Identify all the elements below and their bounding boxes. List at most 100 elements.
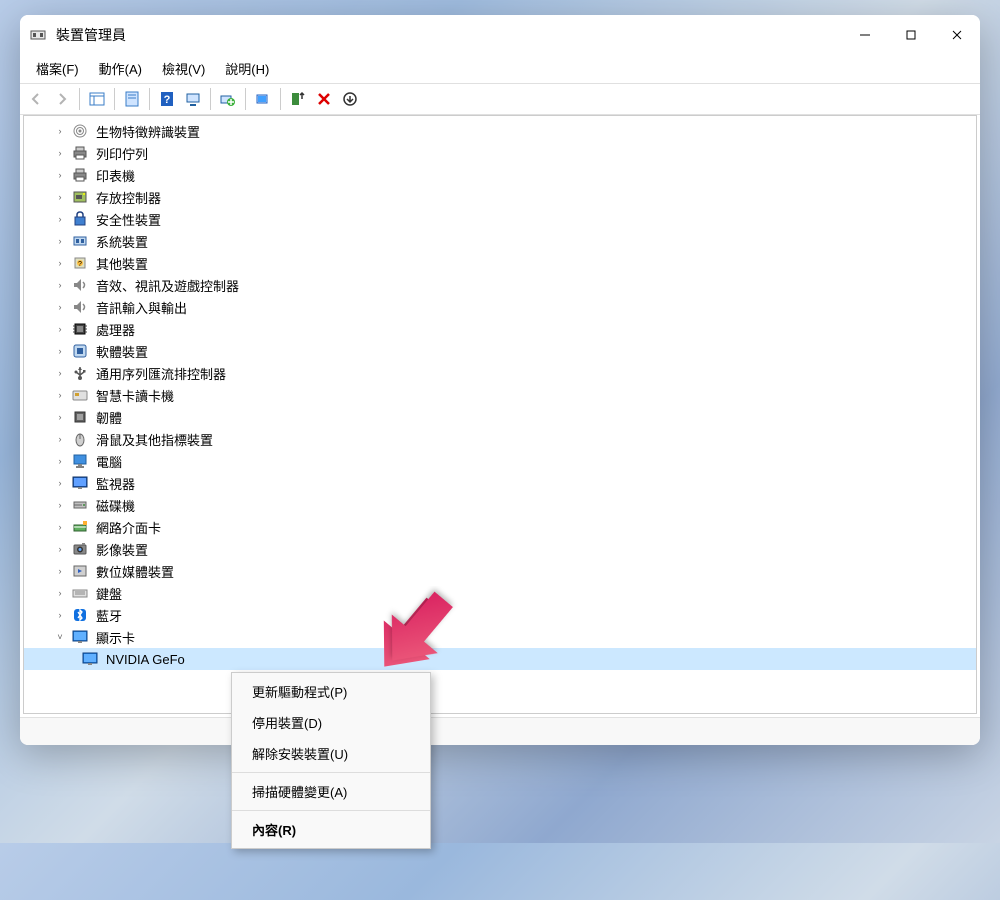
menu-separator — [232, 772, 430, 773]
node-label: NVIDIA GeFo — [104, 651, 187, 668]
computer-icon — [72, 453, 88, 469]
uninstall-button[interactable] — [312, 87, 336, 111]
expand-icon[interactable]: › — [52, 541, 68, 557]
expand-icon[interactable]: › — [52, 453, 68, 469]
tree-node[interactable]: › 列印佇列 — [24, 142, 976, 164]
node-label: 網路介面卡 — [94, 517, 163, 538]
tree-node[interactable]: › 藍牙 — [24, 604, 976, 626]
expand-icon[interactable]: › — [52, 519, 68, 535]
statusbar — [20, 717, 980, 745]
tree-node[interactable]: › 印表機 — [24, 164, 976, 186]
window-title: 裝置管理員 — [56, 25, 842, 45]
node-label: 數位媒體裝置 — [94, 561, 176, 582]
expand-icon[interactable]: › — [52, 277, 68, 293]
expand-icon[interactable]: › — [52, 145, 68, 161]
expand-icon[interactable]: › — [52, 497, 68, 513]
expand-icon[interactable]: › — [52, 123, 68, 139]
other-icon: ? — [72, 255, 88, 271]
tree-node[interactable]: › ? 其他裝置 — [24, 252, 976, 274]
expand-icon[interactable]: › — [52, 299, 68, 315]
expand-icon[interactable]: › — [52, 607, 68, 623]
expand-icon[interactable]: › — [52, 563, 68, 579]
expand-icon[interactable]: › — [52, 365, 68, 381]
svg-text:?: ? — [164, 94, 171, 106]
node-label: 音效、視訊及遊戲控制器 — [94, 275, 241, 296]
tree-node[interactable]: ˅ 顯示卡 — [24, 626, 976, 648]
menu-disable-device[interactable]: 停用裝置(D) — [232, 707, 430, 738]
close-button[interactable] — [934, 15, 980, 55]
expand-icon[interactable]: › — [52, 585, 68, 601]
menu-action[interactable]: 動作(A) — [89, 56, 152, 81]
tree-node[interactable]: › 音效、視訊及遊戲控制器 — [24, 274, 976, 296]
tree-node[interactable]: › 智慧卡讀卡機 — [24, 384, 976, 406]
expand-icon[interactable]: › — [52, 321, 68, 337]
tree-node[interactable]: › 音訊輸入與輸出 — [24, 296, 976, 318]
node-label: 鍵盤 — [94, 583, 124, 604]
expand-icon[interactable]: › — [52, 475, 68, 491]
fingerprint-icon — [72, 123, 88, 139]
tree-node-child[interactable]: NVIDIA GeFo — [24, 648, 976, 670]
menu-view[interactable]: 檢視(V) — [152, 56, 215, 81]
expand-icon[interactable]: › — [52, 343, 68, 359]
menu-separator — [232, 810, 430, 811]
tree-node[interactable]: › 存放控制器 — [24, 186, 976, 208]
menu-scan-hardware[interactable]: 掃描硬體變更(A) — [232, 776, 430, 807]
tree-node[interactable]: › 處理器 — [24, 318, 976, 340]
tree-node[interactable]: › 數位媒體裝置 — [24, 560, 976, 582]
minimize-button[interactable] — [842, 15, 888, 55]
tree-node[interactable]: › 系統裝置 — [24, 230, 976, 252]
maximize-button[interactable] — [888, 15, 934, 55]
tree-node[interactable]: › 電腦 — [24, 450, 976, 472]
context-menu: 更新驅動程式(P) 停用裝置(D) 解除安裝裝置(U) 掃描硬體變更(A) 內容… — [231, 672, 431, 849]
tree-node[interactable]: › 生物特徵辨識裝置 — [24, 120, 976, 142]
tree-node[interactable]: › 韌體 — [24, 406, 976, 428]
expand-icon[interactable]: › — [52, 431, 68, 447]
audio-icon — [72, 277, 88, 293]
tree-node[interactable]: › 通用序列匯流排控制器 — [24, 362, 976, 384]
expand-icon[interactable]: › — [52, 189, 68, 205]
node-label: 列印佇列 — [94, 143, 150, 164]
menu-properties[interactable]: 內容(R) — [232, 814, 430, 845]
node-label: 顯示卡 — [94, 627, 137, 648]
expand-icon[interactable]: › — [52, 409, 68, 425]
menu-file[interactable]: 檔案(F) — [26, 56, 89, 81]
node-label: 智慧卡讀卡機 — [94, 385, 176, 406]
node-label: 滑鼠及其他指標裝置 — [94, 429, 215, 450]
expand-icon[interactable]: › — [52, 387, 68, 403]
software-icon — [72, 343, 88, 359]
window-buttons — [842, 15, 980, 55]
tree-node[interactable]: › 安全性裝置 — [24, 208, 976, 230]
smartcard-icon — [72, 387, 88, 403]
tree-node[interactable]: › 軟體裝置 — [24, 340, 976, 362]
usb-icon — [72, 365, 88, 381]
system-icon — [72, 233, 88, 249]
disable-button[interactable] — [286, 87, 310, 111]
expand-icon[interactable]: ˅ — [52, 629, 68, 645]
show-hide-tree-button[interactable] — [85, 87, 109, 111]
expand-icon[interactable]: › — [52, 233, 68, 249]
node-label: 存放控制器 — [94, 187, 163, 208]
properties-button[interactable] — [120, 87, 144, 111]
node-label: 通用序列匯流排控制器 — [94, 363, 228, 384]
menu-update-driver[interactable]: 更新驅動程式(P) — [232, 676, 430, 707]
toolbar-separator — [149, 88, 150, 110]
down-button[interactable] — [338, 87, 362, 111]
tree-node[interactable]: › 網路介面卡 — [24, 516, 976, 538]
enable-button[interactable] — [251, 87, 275, 111]
tree-node[interactable]: › 磁碟機 — [24, 494, 976, 516]
tree-node[interactable]: › 滑鼠及其他指標裝置 — [24, 428, 976, 450]
tree-node[interactable]: › 影像裝置 — [24, 538, 976, 560]
tree-node[interactable]: › 監視器 — [24, 472, 976, 494]
forward-button — [50, 87, 74, 111]
expand-icon[interactable]: › — [52, 211, 68, 227]
tree-node[interactable]: › 鍵盤 — [24, 582, 976, 604]
expand-icon[interactable]: › — [52, 167, 68, 183]
expand-icon[interactable]: › — [52, 255, 68, 271]
device-manager-window: 裝置管理員 檔案(F) 動作(A) 檢視(V) 說明(H) ? › 生 — [20, 15, 980, 745]
update-driver-button[interactable] — [216, 87, 240, 111]
scan-button[interactable] — [181, 87, 205, 111]
help-button[interactable]: ? — [155, 87, 179, 111]
menu-help[interactable]: 說明(H) — [215, 56, 279, 81]
device-tree[interactable]: › 生物特徵辨識裝置 › 列印佇列 › 印表機 › 存放控制器 › 安全性裝置 … — [23, 115, 977, 714]
menu-uninstall-device[interactable]: 解除安裝裝置(U) — [232, 738, 430, 769]
